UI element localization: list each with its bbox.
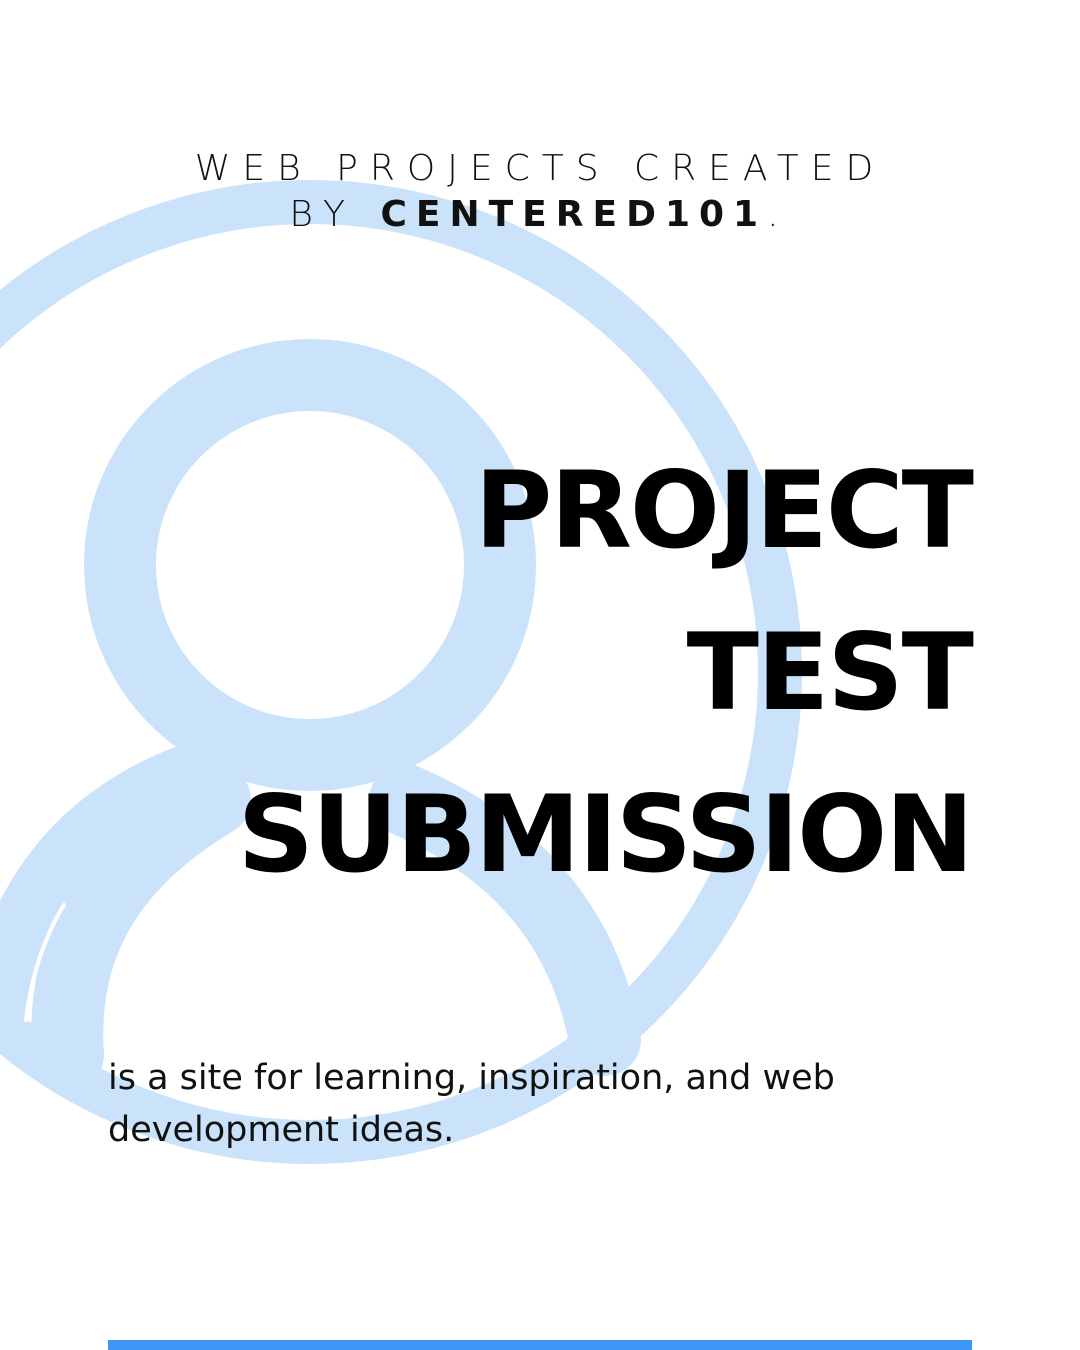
accent-bar (108, 1340, 972, 1350)
tagline-by: BY (289, 194, 381, 235)
page-title: PROJECT TEST SUBMISSION (237, 430, 974, 916)
tagline-line1: WEB PROJECTS CREATED (194, 148, 886, 189)
brand-name: CENTERED101 (380, 194, 768, 235)
tagline-period: . (767, 194, 791, 235)
title-line-3: SUBMISSION (237, 773, 974, 896)
title-line-1: PROJECT (474, 449, 974, 572)
title-line-2: TEST (686, 611, 974, 734)
tagline: WEB PROJECTS CREATED BY CENTERED101. (0, 146, 1080, 238)
tagline-line2: BY CENTERED101. (0, 192, 1080, 238)
site-description: is a site for learning, inspiration, and… (108, 1058, 835, 1150)
